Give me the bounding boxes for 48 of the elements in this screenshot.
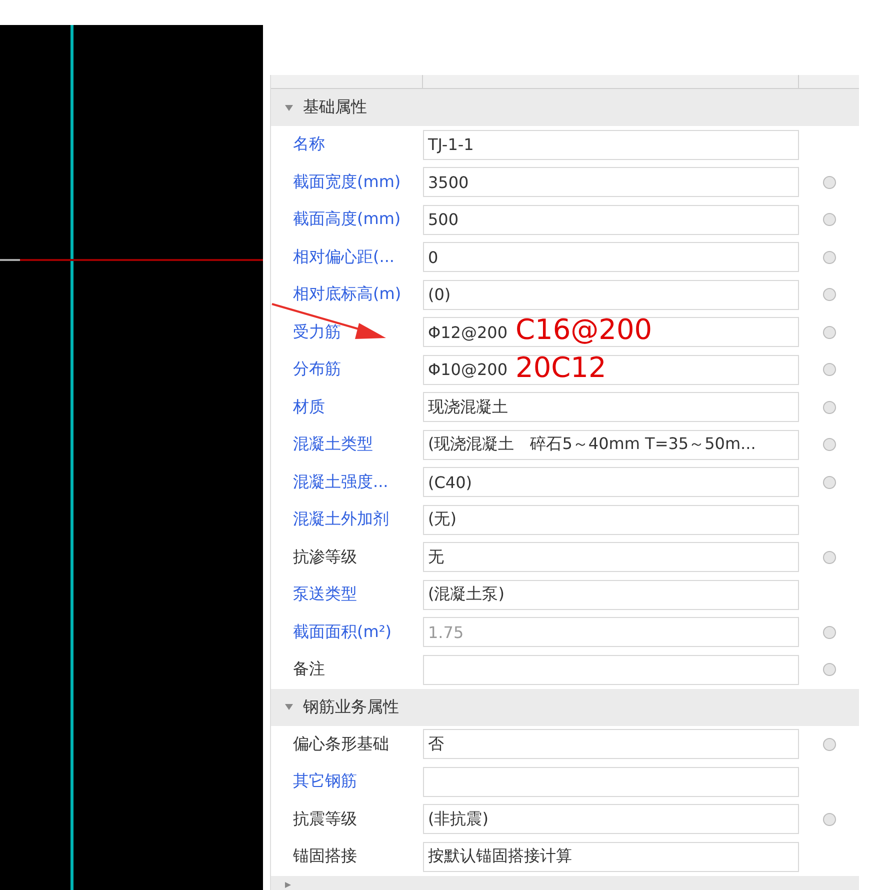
property-label: 相对底标高(m) <box>293 284 402 306</box>
property-label: 截面宽度(mm) <box>293 172 401 193</box>
property-label: 混凝土强度... <box>293 472 388 493</box>
annotation-text: 20C12 <box>516 354 606 382</box>
value-field[interactable]: Φ12@200 C16@200 <box>423 317 799 348</box>
property-label: 材质 <box>293 396 325 418</box>
triangle-icon[interactable] <box>285 104 293 110</box>
value-field[interactable]: (C40) <box>423 467 799 498</box>
section-title: 钢筋业务属性 <box>303 696 399 718</box>
property-label: 其它钢筋 <box>293 771 357 792</box>
value-field[interactable]: 3500 <box>423 167 799 198</box>
property-label: 截面面积(m²) <box>293 622 392 643</box>
value-field[interactable]: (现浇混凝土 碎石5～40mm T=35～50m... <box>423 430 799 460</box>
value-field[interactable]: (无) <box>423 504 799 535</box>
triangle-icon[interactable] <box>285 882 293 888</box>
property-label: 受力筋 <box>293 322 341 343</box>
value-field[interactable]: (0) <box>423 280 799 310</box>
drawing-canvas[interactable] <box>0 25 263 890</box>
section-header[interactable]: 基础属性 <box>271 89 859 126</box>
value-field[interactable]: 按默认锚固搭接计算 <box>423 842 799 872</box>
value-field[interactable]: 否 <box>423 729 799 760</box>
value-field[interactable] <box>423 654 799 685</box>
property-label: 抗震等级 <box>293 808 357 830</box>
property-label: 锚固搭接 <box>293 846 357 868</box>
property-label: 截面高度(mm) <box>293 209 401 230</box>
value-field[interactable]: 0 <box>423 242 799 272</box>
property-label: 名称 <box>293 134 325 156</box>
value-field[interactable]: 500 <box>423 204 799 235</box>
value-field[interactable]: 现浇混凝土 <box>423 392 799 422</box>
property-label: 混凝土类型 <box>293 434 373 456</box>
property-label: 相对偏心距(... <box>293 246 394 268</box>
value-field[interactable]: 无 <box>423 542 799 572</box>
property-label: 偏心条形基础 <box>293 734 389 755</box>
value-field[interactable]: (非抗震) <box>423 804 799 834</box>
triangle-icon[interactable] <box>285 704 293 710</box>
value-field[interactable] <box>423 766 799 797</box>
value-field[interactable]: (混凝土泵) <box>423 580 799 610</box>
value-field[interactable]: TJ-1-1 <box>423 130 799 160</box>
annotation-text: C16@200 <box>516 316 652 344</box>
property-label: 混凝土外加剂 <box>293 509 389 530</box>
section-header[interactable]: 钢筋业务属性 <box>271 688 859 726</box>
property-label: 备注 <box>293 659 325 680</box>
property-label: 泵送类型 <box>293 584 357 606</box>
value-field[interactable]: Φ10@200 20C12 <box>423 354 799 385</box>
section-title: 基础属性 <box>303 97 367 118</box>
property-label: 分布筋 <box>293 359 341 380</box>
arrow-icon <box>271 303 387 341</box>
property-label: 抗渗等级 <box>293 546 357 568</box>
